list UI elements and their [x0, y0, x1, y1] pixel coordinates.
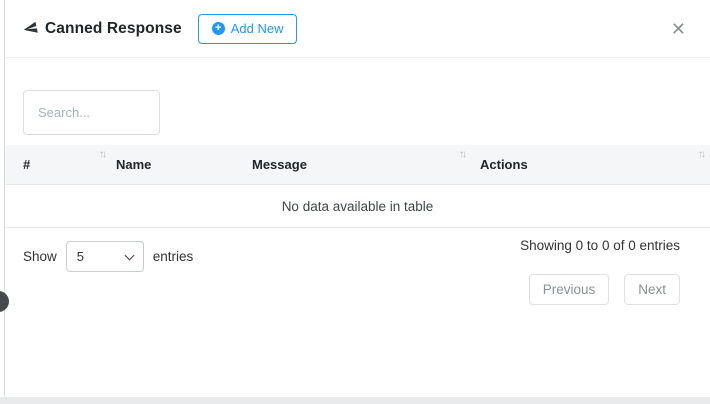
- table-empty-row: No data available in table: [5, 184, 710, 228]
- page-length-select-wrap: 5: [66, 241, 144, 272]
- column-label: Name: [116, 157, 151, 172]
- modal-panel: Canned Response + Add New ✕ # ↑↓ Name Me…: [4, 0, 710, 397]
- add-new-button[interactable]: + Add New: [198, 14, 298, 44]
- column-header-actions[interactable]: Actions ↑↓: [471, 145, 710, 184]
- modal-title: Canned Response: [45, 20, 182, 38]
- close-icon[interactable]: ✕: [667, 16, 690, 42]
- send-icon: [22, 20, 40, 38]
- modal-header: Canned Response + Add New ✕: [5, 0, 710, 58]
- column-label: #: [23, 157, 30, 172]
- plus-circle-icon: +: [212, 22, 225, 35]
- entries-label: entries: [153, 249, 194, 264]
- column-label: Message: [252, 157, 307, 172]
- table-header-row: # ↑↓ Name Message ↑↓ Actions ↑↓: [5, 145, 710, 184]
- page-length-control: Show 5 entries: [23, 241, 193, 272]
- column-header-name[interactable]: Name: [111, 145, 246, 184]
- sort-icon: ↑↓: [698, 149, 704, 160]
- column-header-index[interactable]: # ↑↓: [5, 145, 111, 184]
- empty-message: No data available in table: [282, 199, 434, 214]
- canned-response-modal: Canned Response + Add New ✕ # ↑↓ Name Me…: [0, 0, 710, 404]
- pagination: Previous Next: [529, 274, 680, 305]
- sort-icon: ↑↓: [459, 149, 465, 160]
- search-input[interactable]: [23, 90, 160, 135]
- add-new-label: Add New: [231, 21, 284, 36]
- column-label: Actions: [480, 157, 528, 172]
- show-label: Show: [23, 249, 57, 264]
- table-info-text: Showing 0 to 0 of 0 entries: [520, 238, 680, 253]
- next-button[interactable]: Next: [624, 274, 680, 305]
- bottom-bar: [0, 397, 710, 404]
- previous-button[interactable]: Previous: [529, 274, 610, 305]
- column-header-message[interactable]: Message ↑↓: [246, 145, 471, 184]
- sort-icon: ↑↓: [99, 149, 105, 160]
- page-length-select[interactable]: 5: [66, 241, 144, 272]
